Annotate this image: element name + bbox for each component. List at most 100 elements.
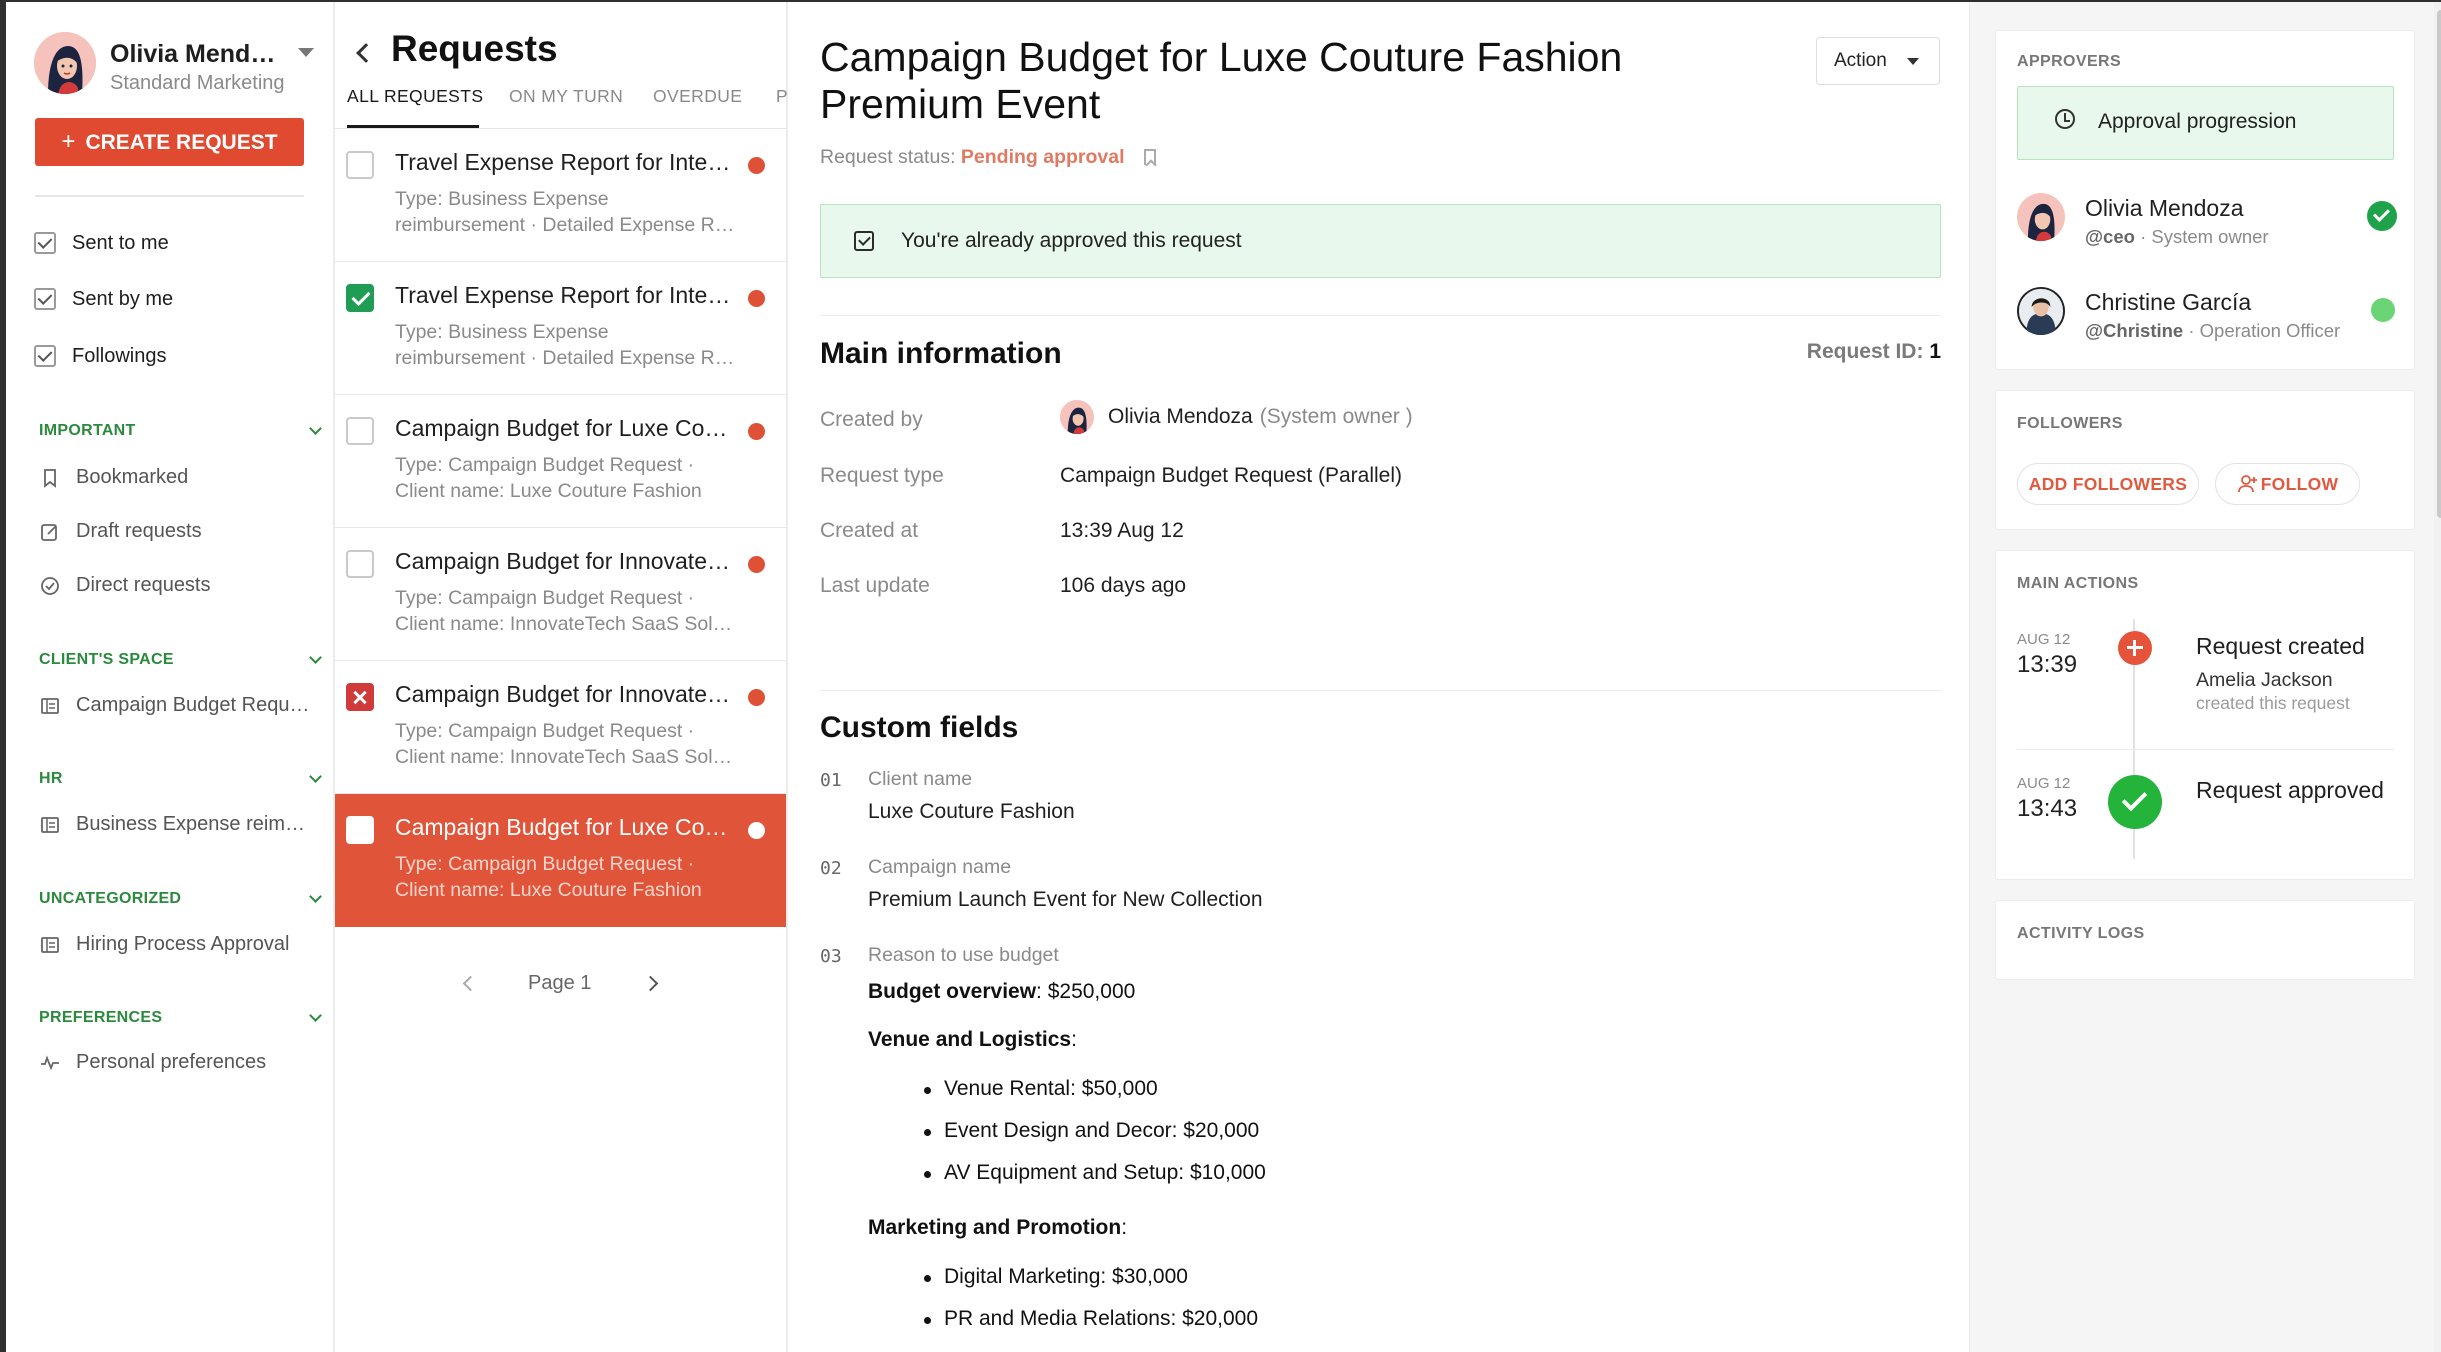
list-item-subtitle: reimbursement · Detailed Expense Report [395,214,735,236]
list-item-title: Travel Expense Report for International … [395,282,735,308]
created-at-value: 13:39 Aug 12 [1060,519,1184,542]
list-item-subtitle: Type: Business Expense [395,188,609,210]
right-panel: APPROVERS Approval progression Olivia Me… [1969,2,2441,1352]
list-item-title: Campaign Budget for InnovateTech SaaS [395,681,735,707]
avatar-illustration [34,32,96,94]
chevron-down-icon[interactable] [298,48,314,57]
scrollbar[interactable] [2434,2,2441,1352]
approved-check-icon [2367,201,2397,231]
form-icon [40,815,60,835]
create-request-button[interactable]: + CREATE REQUEST [35,118,304,166]
sidebar-item-draft-requests[interactable]: Draft requests [40,520,315,543]
list-item-subtitle: Type: Campaign Budget Request · [395,853,695,875]
approver-item[interactable]: Christine García @Christine · Operation … [2017,287,2397,347]
list-item[interactable]: Campaign Budget for Luxe Couture Fashion… [335,395,786,528]
list-item-subtitle: Type: Business Expense [395,321,609,343]
section-title: IMPORTANT [39,422,136,439]
section-clients-space[interactable]: CLIENT'S SPACE [39,651,324,669]
unread-dot [748,822,765,839]
marketing-heading: Marketing and Promotion [868,1216,1122,1239]
last-update-value: 106 days ago [1060,574,1187,597]
action-label: Action [1834,50,1887,71]
sidebar-item-business-expense[interactable]: Business Expense reimbursement [40,813,315,836]
add-followers-button[interactable]: ADD FOLLOWERS [2017,463,2199,505]
filter-sent-to-me[interactable]: Sent to me [34,228,169,258]
approvers-card: APPROVERS Approval progression Olivia Me… [1995,30,2415,370]
request-detail: Campaign Budget for Luxe Couture Fashion… [788,2,1969,1352]
section-important[interactable]: IMPORTANT [39,422,324,440]
sidebar-item-bookmarked[interactable]: Bookmarked [40,466,315,489]
plus-icon: + [61,128,76,155]
page-title: Requests [391,28,558,69]
request-type-value: Campaign Budget Request (Parallel) [1060,464,1403,487]
sidebar-item-label: Campaign Budget Request [76,694,315,716]
checkbox-icon [854,231,874,251]
checkbox[interactable] [34,288,56,310]
sidebar-item-personal-preferences[interactable]: Personal preferences [40,1051,315,1074]
list-item[interactable]: Campaign Budget for InnovateTech SaaS Ty… [335,661,786,794]
request-title: Campaign Budget for Luxe Couture Fashion… [820,34,1623,127]
unread-dot [748,157,765,174]
timeline-actor: Amelia Jackson [2196,669,2333,691]
creator-name[interactable]: Olivia Mendoza [1108,405,1253,429]
sidebar-item-direct-requests[interactable]: Direct requests [40,574,315,597]
filter-followings[interactable]: Followings [34,341,166,371]
checkbox[interactable] [346,550,374,578]
tab-overdue[interactable]: OVERDUE [653,86,742,107]
activity-logs-title: ACTIVITY LOGS [2017,925,2145,942]
filter-sent-by-me[interactable]: Sent by me [34,284,173,314]
timeline-time: 13:39 [2017,651,2078,678]
approver-handle: @Christine [2085,320,2184,341]
list-item-subtitle: Type: Campaign Budget Request · [395,454,695,476]
back-arrow-icon[interactable] [356,43,376,63]
list-item-subtitle: Client name: InnovateTech SaaS Solutions [395,613,735,635]
approval-progression-button[interactable]: Approval progression [2017,86,2394,160]
section-uncategorized[interactable]: UNCATEGORIZED [39,890,324,908]
list-item-selected[interactable]: Campaign Budget for Luxe Couture Fashion… [335,794,786,927]
section-title: PREFERENCES [39,1009,163,1026]
approver-meta: @Christine · Operation Officer [2085,320,2360,342]
user-switcher[interactable]: Olivia Mendoza Standard Marketing [34,32,324,96]
list-item[interactable]: Travel Expense Report for International … [335,129,786,262]
action-dropdown[interactable]: Action [1816,37,1940,85]
tab-on-my-turn[interactable]: ON MY TURN [509,86,623,107]
main-information-title: Main information [820,337,1062,370]
approver-item[interactable]: Olivia Mendoza @ceo · System owner [2017,193,2397,253]
check-circle-icon [40,576,60,596]
checkbox[interactable] [34,345,56,367]
checkbox[interactable] [346,816,374,844]
user-plus-icon [2238,475,2257,493]
tab-indicator [347,125,479,128]
pulse-icon [40,1053,60,1073]
unread-dot [748,423,765,440]
section-hr[interactable]: HR [39,770,324,788]
follow-button[interactable]: FOLLOW [2215,463,2360,505]
chevron-left-icon[interactable] [462,975,479,992]
tab-more[interactable]: P [776,86,788,107]
followers-title: FOLLOWERS [2017,415,2123,432]
last-update-label: Last update [820,574,930,597]
scrollbar-thumb[interactable] [2437,10,2441,518]
list-item[interactable]: Travel Expense Report for International … [335,262,786,395]
sidebar-item-hiring-process[interactable]: Hiring Process Approval [40,933,315,956]
sidebar-item-campaign-budget-request[interactable]: Campaign Budget Request [40,694,315,717]
approver-name: Christine García [2085,289,2252,315]
field-value: Luxe Couture Fashion [868,800,1075,823]
section-preferences[interactable]: PREFERENCES [39,1009,324,1027]
checkbox-approved[interactable] [346,284,374,312]
tab-all-requests[interactable]: ALL REQUESTS [347,86,483,107]
list-item[interactable]: Campaign Budget for InnovateTech SaaS Ty… [335,528,786,661]
activity-logs-card[interactable]: ACTIVITY LOGS [1995,900,2415,980]
checkbox[interactable] [346,417,374,445]
main-actions-card: MAIN ACTIONS AUG 12 13:39 Request create… [1995,550,2415,880]
list-item-subtitle: Type: Campaign Budget Request · [395,720,695,742]
request-id-label: Request ID: [1806,340,1924,363]
approver-name: Olivia Mendoza [2085,195,2244,221]
sidebar-item-label: Hiring Process Approval [76,933,290,955]
avatar [2017,193,2065,241]
checkbox[interactable] [34,232,56,254]
chevron-right-icon[interactable] [642,975,659,992]
checkbox-rejected[interactable] [346,683,374,711]
checkbox[interactable] [346,151,374,179]
bookmark-icon[interactable] [1143,149,1156,165]
